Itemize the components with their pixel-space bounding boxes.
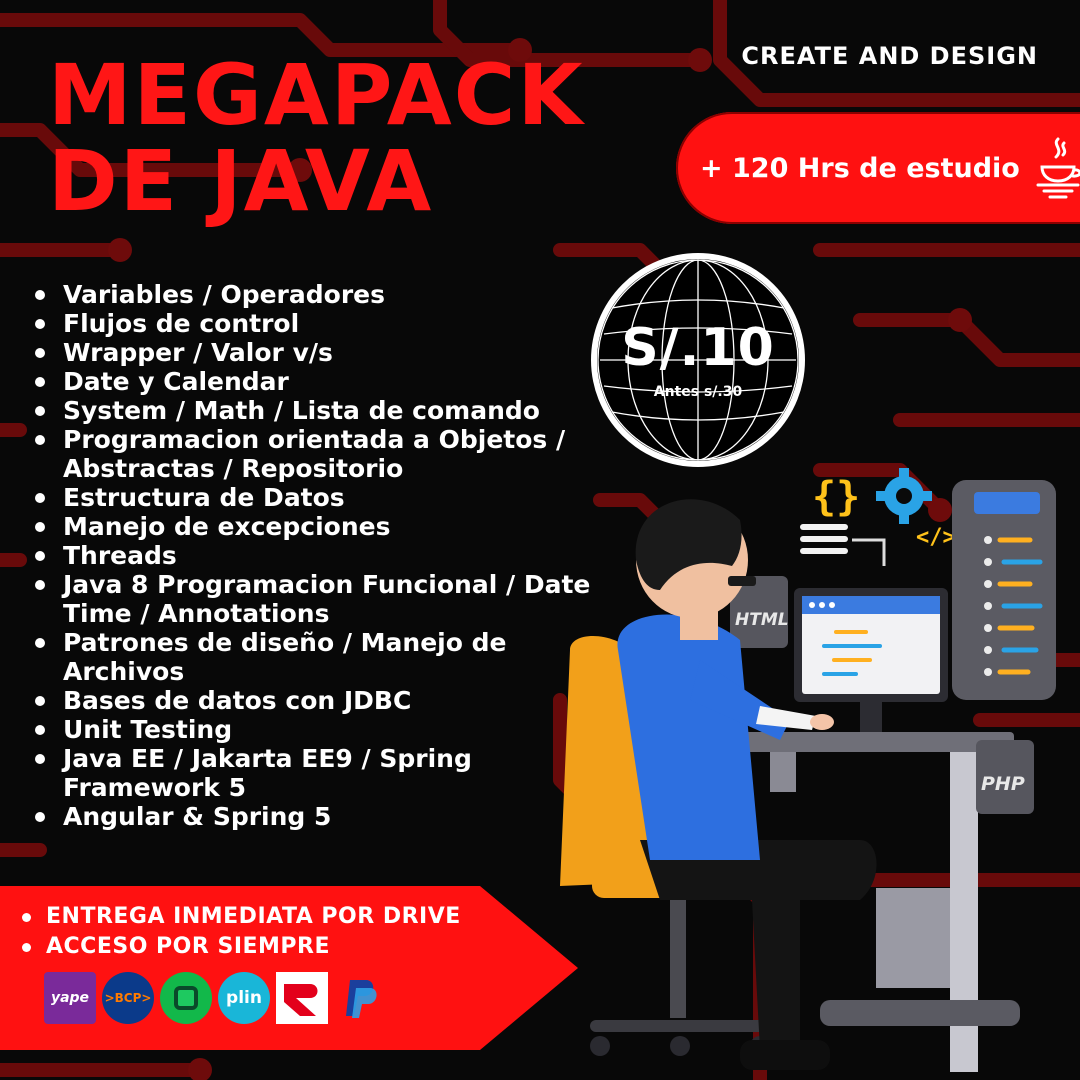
paypal-mark-icon bbox=[346, 980, 377, 1018]
topic-item: Date y Calendar bbox=[32, 367, 602, 396]
hours-badge-text: + 120 Hrs de estudio bbox=[700, 152, 1020, 184]
developer-illustration: {} </> HTML PHP bbox=[560, 468, 1056, 1072]
topic-item: Threads bbox=[32, 541, 602, 570]
brand-label: CREATE AND DESIGN bbox=[741, 42, 1038, 70]
price-badge: S/.10 Antes s/.30 bbox=[590, 252, 806, 468]
plin-logo: plin bbox=[218, 972, 270, 1024]
perk-item: ACCESO POR SIEMPRE bbox=[20, 932, 461, 962]
topic-item: Estructura de Datos bbox=[32, 483, 602, 512]
curly-braces-icon: {} bbox=[812, 474, 860, 520]
bcp-logo-label: >BCP> bbox=[104, 991, 152, 1005]
topic-item: Java EE / Jakarta EE9 / Spring Framework… bbox=[32, 744, 602, 802]
developer-figure bbox=[617, 499, 877, 1070]
java-cup-icon bbox=[1036, 137, 1080, 199]
topic-item: Flujos de control bbox=[32, 309, 602, 338]
topic-item: Java 8 Programacion Funcional / Date Tim… bbox=[32, 570, 602, 628]
topic-item: Unit Testing bbox=[32, 715, 602, 744]
topic-item: Programacion orientada a Objetos / Abstr… bbox=[32, 425, 602, 483]
svg-text:</>: </> bbox=[916, 525, 956, 550]
topic-item: Variables / Operadores bbox=[32, 280, 602, 309]
headline-line-2: DE JAVA bbox=[48, 132, 434, 230]
topic-item: Manejo de excepciones bbox=[32, 512, 602, 541]
php-tag: PHP bbox=[976, 740, 1034, 814]
payment-methods: yape >BCP> plin bbox=[44, 972, 386, 1024]
interbank-logo bbox=[160, 972, 212, 1024]
topic-item: System / Math / Lista de comando bbox=[32, 396, 602, 425]
yape-logo: yape bbox=[44, 972, 96, 1024]
interbank-mark-icon bbox=[174, 986, 198, 1010]
code-tag-icon: </> bbox=[916, 525, 956, 550]
hours-badge: + 120 Hrs de estudio bbox=[676, 112, 1080, 224]
paypal-logo bbox=[334, 972, 386, 1024]
code-panel bbox=[952, 480, 1056, 700]
headline: MEGAPACK DE JAVA bbox=[48, 52, 585, 224]
bbva-logo bbox=[276, 972, 328, 1024]
price-current: S/.10 bbox=[621, 318, 775, 378]
perk-item: ENTREGA INMEDIATA POR DRIVE bbox=[20, 902, 461, 932]
topic-item: Wrapper / Valor v/s bbox=[32, 338, 602, 367]
php-tag-label: PHP bbox=[981, 773, 1025, 795]
headline-line-1: MEGAPACK bbox=[48, 46, 585, 144]
gear-icon bbox=[876, 468, 932, 524]
bbva-mark-icon bbox=[284, 984, 318, 1016]
topic-item: Angular & Spring 5 bbox=[32, 802, 602, 831]
perks-list: ENTREGA INMEDIATA POR DRIVE ACCESO POR S… bbox=[20, 902, 461, 962]
bcp-logo: >BCP> bbox=[102, 972, 154, 1024]
price-before: Antes s/.30 bbox=[653, 384, 743, 400]
text-lines-icon bbox=[800, 524, 848, 554]
topic-list: Variables / Operadores Flujos de control… bbox=[32, 280, 602, 831]
monitor bbox=[794, 588, 948, 732]
svg-text:{}: {} bbox=[812, 474, 860, 520]
html-tag-label: HTML bbox=[735, 610, 789, 630]
topic-item: Patrones de diseño / Manejo de Archivos bbox=[32, 628, 602, 686]
topic-item: Bases de datos con JDBC bbox=[32, 686, 602, 715]
